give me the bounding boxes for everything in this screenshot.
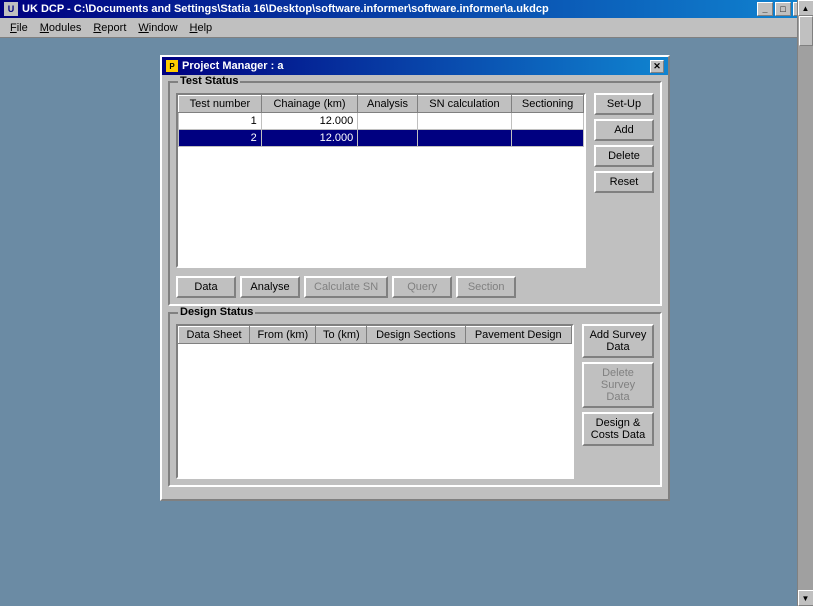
col-to-km: To (km): [316, 327, 367, 344]
design-status-row: Data Sheet From (km) To (km) Design Sect…: [176, 324, 654, 479]
col-pavement-design: Pavement Design: [465, 327, 571, 344]
test-side-buttons: Set-Up Add Delete Reset: [594, 93, 654, 272]
add-survey-data-button[interactable]: Add Survey Data: [582, 324, 654, 358]
dialog-close-button[interactable]: ✕: [650, 60, 664, 73]
table-row[interactable]: 1 12.000: [179, 113, 584, 130]
cell-sectioning: [512, 130, 584, 147]
design-side-buttons: Add Survey Data Delete Survey Data Desig…: [582, 324, 654, 479]
menu-report[interactable]: Report: [87, 20, 132, 36]
dialog-titlebar: P Project Manager : a ✕: [162, 57, 668, 75]
test-status-row: Test number Chainage (km) Analysis SN ca…: [176, 93, 654, 272]
dialog-body: Test Status Test number Chainage (km) An…: [162, 75, 668, 499]
menu-help[interactable]: Help: [184, 20, 219, 36]
test-status-table: Test number Chainage (km) Analysis SN ca…: [178, 95, 584, 147]
cell-test-number: 1: [179, 113, 262, 130]
design-status-section: Design Status Data Sheet From (km) To (k…: [168, 312, 662, 487]
maximize-button[interactable]: □: [775, 2, 791, 16]
design-header-row: Data Sheet From (km) To (km) Design Sect…: [179, 327, 572, 344]
design-table-container: Data Sheet From (km) To (km) Design Sect…: [176, 324, 574, 479]
design-table-header: Data Sheet From (km) To (km) Design Sect…: [179, 327, 572, 344]
col-sn-calculation: SN calculation: [417, 96, 511, 113]
scroll-down-arrow[interactable]: ▼: [798, 590, 813, 606]
delete-button[interactable]: Delete: [594, 145, 654, 167]
design-status-content: Data Sheet From (km) To (km) Design Sect…: [170, 314, 660, 485]
menubar: File Modules Report Window Help: [0, 18, 813, 38]
query-button[interactable]: Query: [392, 276, 452, 298]
cell-sectioning: [512, 113, 584, 130]
cell-sn-calc: [417, 113, 511, 130]
test-status-table-container: Test number Chainage (km) Analysis SN ca…: [176, 93, 586, 268]
col-from-km: From (km): [250, 327, 316, 344]
design-table: Data Sheet From (km) To (km) Design Sect…: [178, 326, 572, 344]
main-titlebar: U UK DCP - C:\Documents and Settings\Sta…: [0, 0, 813, 18]
cell-chainage: 12.000: [261, 130, 358, 147]
test-bottom-buttons: Data Analyse Calculate SN Query Section: [176, 276, 654, 298]
test-status-label: Test Status: [178, 75, 240, 87]
col-analysis: Analysis: [358, 96, 417, 113]
section-button[interactable]: Section: [456, 276, 516, 298]
dialog-icon: P: [166, 60, 178, 72]
menu-window[interactable]: Window: [132, 20, 183, 36]
menu-modules[interactable]: Modules: [34, 20, 88, 36]
delete-survey-data-button[interactable]: Delete Survey Data: [582, 362, 654, 408]
main-title: UK DCP - C:\Documents and Settings\Stati…: [22, 3, 549, 15]
col-data-sheet: Data Sheet: [179, 327, 250, 344]
data-button[interactable]: Data: [176, 276, 236, 298]
dialog-title: Project Manager : a: [182, 60, 283, 72]
project-manager-dialog: P Project Manager : a ✕ Test Status Test…: [160, 55, 670, 501]
reset-button[interactable]: Reset: [594, 171, 654, 193]
scroll-up-arrow[interactable]: ▲: [798, 0, 813, 16]
minimize-button[interactable]: _: [757, 2, 773, 16]
test-table-body: 1 12.000 2 12.000: [179, 113, 584, 147]
cell-sn-calc: [417, 130, 511, 147]
scroll-thumb[interactable]: [799, 16, 813, 46]
table-row[interactable]: 2 12.000: [179, 130, 584, 147]
scrollbar-right[interactable]: ▲ ▼: [797, 0, 813, 606]
test-status-content: Test number Chainage (km) Analysis SN ca…: [170, 83, 660, 304]
app-icon: U: [4, 2, 18, 16]
test-status-section: Test Status Test number Chainage (km) An…: [168, 81, 662, 306]
test-header-row: Test number Chainage (km) Analysis SN ca…: [179, 96, 584, 113]
menu-file[interactable]: File: [4, 20, 34, 36]
col-design-sections: Design Sections: [367, 327, 465, 344]
test-table-header: Test number Chainage (km) Analysis SN ca…: [179, 96, 584, 113]
cell-analysis: [358, 130, 417, 147]
cell-test-number: 2: [179, 130, 262, 147]
col-chainage: Chainage (km): [261, 96, 358, 113]
calculate-sn-button[interactable]: Calculate SN: [304, 276, 388, 298]
add-button[interactable]: Add: [594, 119, 654, 141]
setup-button[interactable]: Set-Up: [594, 93, 654, 115]
design-status-label: Design Status: [178, 306, 255, 318]
cell-chainage: 12.000: [261, 113, 358, 130]
analyse-button[interactable]: Analyse: [240, 276, 300, 298]
scroll-track[interactable]: [798, 16, 813, 590]
design-costs-data-button[interactable]: Design & Costs Data: [582, 412, 654, 446]
col-test-number: Test number: [179, 96, 262, 113]
cell-analysis: [358, 113, 417, 130]
col-sectioning: Sectioning: [512, 96, 584, 113]
